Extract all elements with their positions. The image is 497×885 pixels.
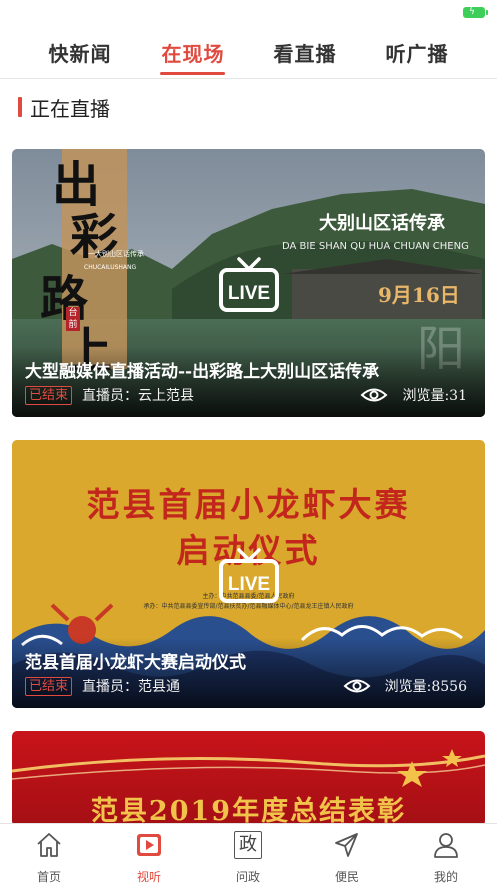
poster-headline: 范县2019年度总结表彰 bbox=[90, 796, 407, 826]
bottom-nav: 首页 视听 政 问政 便民 我的 bbox=[0, 823, 497, 884]
anchor-label: 直播员：云上范县 bbox=[82, 388, 195, 404]
nav-bianmin-label: 便民 bbox=[334, 870, 359, 884]
battery-icon: ϟ bbox=[463, 7, 488, 18]
live-card[interactable]: 范县2019年度总结表彰 bbox=[12, 731, 485, 826]
status-badge: 已结束 bbox=[25, 385, 73, 405]
view-count-text: 浏览量:31 bbox=[402, 388, 467, 404]
poster-headline-line1: 范县首届小龙虾大赛 bbox=[86, 485, 411, 524]
active-tab-indicator bbox=[160, 72, 225, 75]
live-card[interactable]: 出 彩 路 上 一大别山区话传承 CHUCAILUSHANG 台前 大别山区话传… bbox=[12, 149, 485, 417]
nav-wode[interactable]: 我的 bbox=[411, 830, 481, 885]
nav-shiting[interactable]: 视听 bbox=[114, 830, 184, 885]
nav-shiting-label: 视听 bbox=[136, 870, 161, 884]
eye-icon bbox=[360, 388, 388, 402]
poster-headline-pinyin: DA BIE SHAN QU HUA CHUAN CHENG bbox=[282, 241, 469, 252]
live-icon-text: LIVE bbox=[228, 574, 270, 595]
status-bar: ϟ bbox=[0, 0, 497, 24]
poster-seal: 台前 bbox=[66, 307, 80, 331]
card-meta: 已结束 直播员：范县通 bbox=[25, 676, 180, 696]
poster-pinyin: CHUCAILUSHANG bbox=[84, 264, 137, 271]
section-accent-bar bbox=[18, 97, 22, 117]
tab-zaixianchang[interactable]: 在现场 bbox=[138, 38, 248, 67]
nav-bianmin[interactable]: 便民 bbox=[312, 830, 382, 885]
top-tabs: 快新闻 在现场 看直播 听广播 bbox=[0, 26, 497, 79]
section-title: 正在直播 bbox=[30, 96, 110, 121]
poster-headline: 大别山区话传承 bbox=[319, 213, 445, 234]
card-meta: 已结束 直播员：云上范县 bbox=[25, 385, 194, 405]
nav-home[interactable]: 首页 bbox=[14, 830, 84, 885]
tab-kanzhibo[interactable]: 看直播 bbox=[250, 38, 360, 67]
card-title: 大型融媒体直播活动--出彩路上大别山区话传承 bbox=[25, 362, 380, 382]
home-icon bbox=[37, 833, 61, 857]
poster-date: 9月16日 bbox=[378, 283, 460, 307]
live-icon: LIVE bbox=[218, 546, 280, 604]
tab-tingguangbo[interactable]: 听广播 bbox=[362, 38, 472, 67]
send-icon bbox=[335, 833, 358, 857]
nav-wode-label: 我的 bbox=[433, 870, 458, 884]
nav-wenzheng[interactable]: 政 问政 bbox=[213, 830, 283, 885]
user-icon bbox=[434, 833, 458, 858]
status-badge: 已结束 bbox=[25, 676, 73, 696]
nav-wenzheng-label: 问政 bbox=[235, 870, 260, 884]
eye-icon bbox=[343, 679, 371, 693]
play-icon bbox=[137, 834, 161, 856]
anchor-label: 直播员：范县通 bbox=[82, 679, 181, 695]
nav-home-label: 首页 bbox=[36, 870, 61, 884]
zheng-icon: 政 bbox=[234, 831, 262, 859]
section-header: 正在直播 bbox=[18, 96, 110, 121]
live-icon: LIVE bbox=[218, 255, 280, 313]
live-card[interactable]: 范县首届小龙虾大赛 启动仪式 主办：中共范县县委/范县人民政府 承办：中共范县县… bbox=[12, 440, 485, 708]
card-title: 范县首届小龙虾大赛启动仪式 bbox=[25, 653, 246, 673]
live-icon-text: LIVE bbox=[228, 283, 270, 304]
view-count: 浏览量:8556 bbox=[343, 676, 467, 696]
poster-small-caption: 一大别山区话传承 bbox=[88, 250, 144, 258]
tab-kuaixinwen[interactable]: 快新闻 bbox=[25, 38, 135, 67]
view-count: 浏览量:31 bbox=[360, 385, 467, 405]
view-count-text: 浏览量:8556 bbox=[384, 679, 467, 695]
